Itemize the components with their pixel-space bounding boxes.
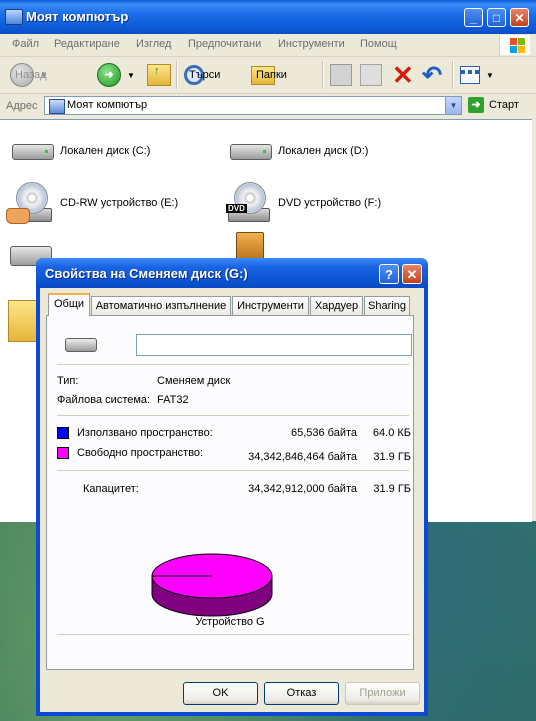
divider xyxy=(57,634,409,635)
volume-label-input[interactable] xyxy=(136,334,412,356)
back-button[interactable]: Назад ▼ xyxy=(10,61,48,89)
drive-item[interactable]: Локален диск (D:) xyxy=(224,130,368,172)
dialog-title: Свойства на Сменяем диск (G:) xyxy=(45,266,248,281)
divider xyxy=(57,470,409,471)
drive-item[interactable]: CD-RW устройство (E:) xyxy=(6,182,178,224)
used-space-swatch xyxy=(57,427,69,439)
menu-edit[interactable]: Редактиране xyxy=(54,38,120,50)
menu-tools[interactable]: Инструменти xyxy=(278,38,345,50)
hard-drive-icon xyxy=(6,130,54,172)
folders-button[interactable]: Папки xyxy=(251,61,287,89)
disk-usage-pie-chart xyxy=(151,553,273,617)
toolbar: Назад ▼ ➜ ▼ ↑ Търси Папки ✕ ↶ ▼ xyxy=(0,57,536,94)
copy-to-icon xyxy=(360,64,382,86)
address-bar: Адрес Моят компютър ▼ ➜ Старт xyxy=(0,94,536,118)
forward-arrow-icon: ➜ xyxy=(97,63,121,87)
removable-drive-icon xyxy=(65,338,97,352)
divider xyxy=(57,364,409,365)
move-to-icon xyxy=(330,64,352,86)
minimize-button[interactable]: _ xyxy=(464,8,483,27)
move-to-button[interactable] xyxy=(330,61,352,89)
folder-icon[interactable] xyxy=(8,300,38,342)
search-button[interactable]: Търси xyxy=(184,61,220,89)
device-label: Устройство G xyxy=(195,616,265,628)
help-button[interactable]: ? xyxy=(379,264,399,284)
tab-autoplay[interactable]: Автоматично изпълнение xyxy=(91,296,231,315)
used-space-size: 64.0 КБ xyxy=(372,427,411,439)
used-space-label: Използвано пространство: xyxy=(77,427,213,439)
copy-to-button[interactable] xyxy=(360,61,382,89)
menu-file[interactable]: Файл xyxy=(12,38,39,50)
used-space-bytes: 65,536 байта xyxy=(290,427,357,439)
delete-button[interactable]: ✕ xyxy=(392,59,414,90)
type-label: Тип: xyxy=(57,375,79,387)
free-space-label: Свободно пространство: xyxy=(77,447,204,459)
explorer-title: Моят компютър xyxy=(26,9,129,24)
menu-help[interactable]: Помощ xyxy=(360,38,397,50)
menu-favorites[interactable]: Предпочитани xyxy=(188,38,261,50)
general-tab-panel: Тип: Сменяем диск Файлова система: FAT32… xyxy=(46,315,414,670)
tab-hardware[interactable]: Хардуер xyxy=(310,296,363,315)
divider xyxy=(57,415,409,416)
scrollbar[interactable] xyxy=(532,119,536,521)
file-system-value: FAT32 xyxy=(157,394,189,406)
free-space-bytes: 34,342,846,464 байта xyxy=(248,451,357,463)
close-button[interactable]: ✕ xyxy=(402,264,422,284)
dialog-body: Общи Автоматично изпълнение Инструменти … xyxy=(40,288,424,712)
drive-item[interactable]: Локален диск (C:) xyxy=(6,130,150,172)
menu-bar: Файл Редактиране Изглед Предпочитани Инс… xyxy=(0,34,536,57)
tab-general[interactable]: Общи xyxy=(48,293,90,316)
dvd-drive-icon: DVD xyxy=(224,182,272,224)
address-label: Адрес xyxy=(6,100,38,112)
up-folder-icon: ↑ xyxy=(147,64,171,86)
maximize-button[interactable]: □ xyxy=(487,8,506,27)
capacity-bytes: 34,342,912,000 байта xyxy=(248,483,357,495)
file-system-label: Файлова система: xyxy=(57,394,151,406)
forward-button[interactable]: ➜ ▼ xyxy=(97,61,135,89)
properties-dialog: Свойства на Сменяем диск (G:) ? ✕ Общи А… xyxy=(36,258,428,716)
go-button[interactable]: ➜ Старт xyxy=(468,97,519,113)
windows-logo-icon xyxy=(499,35,530,55)
explorer-title-bar[interactable]: Моят компютър _ □ ✕ xyxy=(0,0,536,35)
apply-button[interactable]: Приложи xyxy=(345,682,420,705)
chevron-down-icon: ▼ xyxy=(486,70,494,80)
my-computer-icon xyxy=(49,99,65,114)
capacity-label: Капацитет: xyxy=(83,483,139,495)
my-computer-icon xyxy=(5,9,23,25)
undo-button[interactable]: ↶ xyxy=(422,61,442,89)
tab-tools[interactable]: Инструменти xyxy=(232,296,309,315)
close-button[interactable]: ✕ xyxy=(510,8,529,27)
views-button[interactable]: ▼ xyxy=(460,61,494,89)
type-value: Сменяем диск xyxy=(157,375,231,387)
address-input[interactable]: Моят компютър ▼ xyxy=(44,96,462,115)
dialog-title-bar[interactable]: Свойства на Сменяем диск (G:) ? ✕ xyxy=(36,258,428,288)
free-space-swatch xyxy=(57,447,69,459)
go-arrow-icon: ➜ xyxy=(468,97,484,113)
drive-item[interactable]: DVD DVD устройство (F:) xyxy=(224,182,381,224)
views-icon xyxy=(460,66,480,84)
undo-icon: ↶ xyxy=(422,61,443,89)
cd-drive-icon xyxy=(6,182,54,224)
delete-x-icon: ✕ xyxy=(392,59,414,90)
up-folder-button[interactable]: ↑ xyxy=(147,61,171,89)
ok-button[interactable]: OK xyxy=(183,682,258,705)
tab-sharing[interactable]: Sharing xyxy=(364,296,410,315)
free-space-size: 31.9 ГБ xyxy=(373,451,411,463)
hard-drive-icon xyxy=(224,130,272,172)
address-dropdown-button[interactable]: ▼ xyxy=(445,97,461,114)
cancel-button[interactable]: Отказ xyxy=(264,682,339,705)
capacity-size: 31.9 ГБ xyxy=(373,483,411,495)
chevron-down-icon: ▼ xyxy=(127,70,135,80)
menu-view[interactable]: Изглед xyxy=(136,38,171,50)
